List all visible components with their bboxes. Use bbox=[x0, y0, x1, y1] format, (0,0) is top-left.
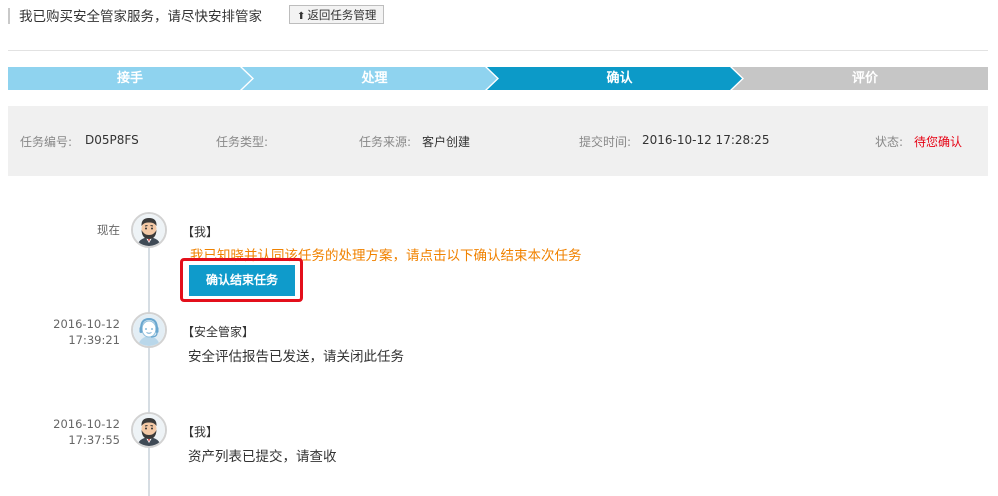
timeline-author: 【安全管家】 bbox=[182, 325, 255, 339]
timeline-date: 2016-10-12 bbox=[53, 317, 120, 331]
progress-steps: 接手 处理 确认 评价 bbox=[8, 67, 988, 90]
task-no-label: 任务编号: bbox=[20, 135, 73, 149]
page-title: 我已购买安全管家服务，请尽快安排管家 bbox=[19, 9, 262, 25]
timeline-message: 资产列表已提交，请查收 bbox=[188, 449, 337, 465]
timeline-date: 2016-10-12 bbox=[53, 417, 120, 431]
bearded-man-icon bbox=[133, 214, 165, 246]
bearded-man-avatar bbox=[131, 212, 167, 248]
task-no-value: D05P8FS bbox=[85, 133, 139, 147]
task-type-label: 任务类型: bbox=[216, 135, 269, 149]
timeline-message: 安全评估报告已发送，请关闭此任务 bbox=[188, 349, 404, 365]
timeline-author: 【我】 bbox=[182, 225, 219, 239]
status-label: 状态: bbox=[875, 135, 904, 149]
support-agent-avatar bbox=[131, 312, 167, 348]
task-source-label: 任务来源: bbox=[359, 135, 412, 149]
submit-time-label: 提交时间: bbox=[579, 135, 632, 149]
timeline-line bbox=[148, 240, 150, 496]
step-process: 处理 bbox=[361, 71, 388, 86]
step-accept: 接手 bbox=[116, 71, 143, 86]
step-confirm: 确认 bbox=[606, 71, 633, 86]
timeline-time-now: 现在 bbox=[97, 223, 120, 237]
title-accent-bar bbox=[8, 8, 10, 24]
step-evaluate: 评价 bbox=[851, 71, 878, 86]
timeline-clock: 17:37:55 bbox=[68, 433, 120, 447]
headset-agent-icon bbox=[133, 314, 165, 346]
back-button-label: 返回任务管理 bbox=[307, 8, 377, 22]
header-divider bbox=[8, 50, 988, 51]
bearded-man-avatar bbox=[131, 412, 167, 448]
bearded-man-icon bbox=[133, 414, 165, 446]
task-info-panel: 任务编号: D05P8FS 任务类型: 任务来源: 客户创建 提交时间: 201… bbox=[8, 106, 988, 176]
confirm-end-task-button[interactable]: 确认结束任务 bbox=[189, 265, 295, 296]
task-source-value: 客户创建 bbox=[422, 135, 471, 149]
upload-arrow-icon: ⬆ bbox=[297, 11, 306, 22]
status-badge: 待您确认 bbox=[914, 135, 963, 149]
back-to-task-management-button[interactable]: ⬆ 返回任务管理 bbox=[289, 5, 385, 24]
timeline-author: 【我】 bbox=[182, 425, 219, 439]
timeline-clock: 17:39:21 bbox=[68, 333, 120, 347]
submit-time-value: 2016-10-12 17:28:25 bbox=[642, 133, 770, 147]
